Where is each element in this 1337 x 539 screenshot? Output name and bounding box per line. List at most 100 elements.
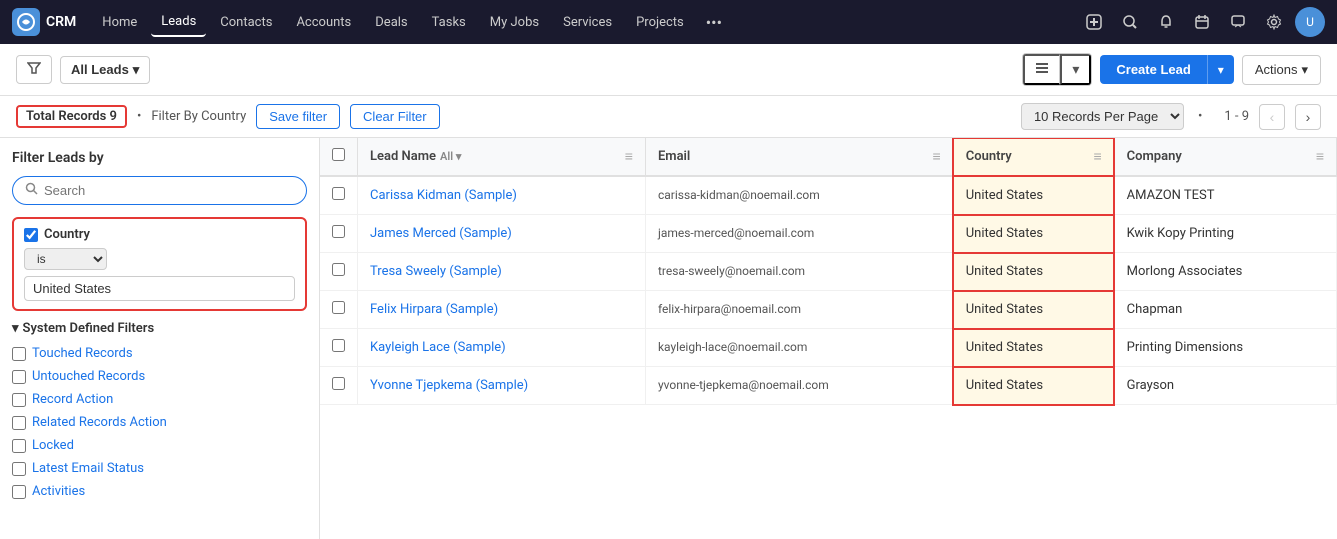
nav-deals[interactable]: Deals [365, 9, 417, 36]
notification-icon[interactable] [1151, 7, 1181, 37]
row-checkbox-cell [320, 253, 358, 291]
lead-name-col-label: Lead Name [370, 149, 436, 164]
row-checkbox-cell [320, 329, 358, 367]
nav-tasks[interactable]: Tasks [422, 9, 476, 36]
company-value: Grayson [1127, 378, 1174, 393]
row-checkbox[interactable] [332, 339, 345, 352]
per-page-select[interactable]: 10 Records Per Page 20 Records Per Page … [1021, 103, 1184, 130]
lead-name-filter-indicator: All ▾ [440, 150, 461, 163]
company-value: Kwik Kopy Printing [1127, 226, 1234, 241]
create-lead-button[interactable]: Create Lead [1100, 55, 1206, 84]
chat-icon[interactable] [1223, 7, 1253, 37]
filter-search-input[interactable] [44, 183, 294, 198]
row-lead-name-cell: Kayleigh Lace (Sample) [358, 329, 646, 367]
user-avatar[interactable]: U [1295, 7, 1325, 37]
create-lead-dropdown-button[interactable]: ▾ [1207, 55, 1234, 84]
lead-name-link[interactable]: Felix Hirpara (Sample) [370, 302, 498, 317]
nav-contacts[interactable]: Contacts [210, 9, 282, 36]
email-status-label[interactable]: Latest Email Status [32, 461, 144, 476]
email-col-label: Email [658, 149, 690, 164]
header-email: Email ≡ [645, 138, 953, 176]
system-filter-locked: Locked [12, 434, 307, 457]
untouched-records-checkbox[interactable] [12, 370, 26, 384]
country-filter-checkbox[interactable] [24, 228, 38, 242]
save-filter-button[interactable]: Save filter [256, 104, 340, 129]
activities-label[interactable]: Activities [32, 484, 85, 499]
lead-name-col-menu-icon[interactable]: ≡ [625, 148, 633, 165]
nav-projects[interactable]: Projects [626, 9, 694, 36]
actions-button[interactable]: Actions ▾ [1242, 55, 1321, 85]
row-checkbox[interactable] [332, 301, 345, 314]
nav-myjobs[interactable]: My Jobs [480, 9, 549, 36]
select-all-checkbox[interactable] [332, 148, 345, 161]
lead-name-link[interactable]: Tresa Sweely (Sample) [370, 264, 502, 279]
nav-services[interactable]: Services [553, 9, 622, 36]
related-records-checkbox[interactable] [12, 416, 26, 430]
system-filters-title: ▾ System Defined Filters [12, 321, 307, 336]
nav-icons-group: U [1079, 7, 1325, 37]
country-value: United States [966, 302, 1043, 317]
company-value: Printing Dimensions [1127, 340, 1243, 355]
email-status-checkbox[interactable] [12, 462, 26, 476]
all-leads-label: All Leads [71, 62, 129, 77]
lead-name-link[interactable]: James Merced (Sample) [370, 226, 512, 241]
logo[interactable]: CRM [12, 8, 76, 36]
email-value: tresa-sweely@noemail.com [658, 264, 805, 278]
record-action-label[interactable]: Record Action [32, 392, 113, 407]
company-col-menu-icon[interactable]: ≡ [1316, 148, 1324, 165]
touched-records-checkbox[interactable] [12, 347, 26, 361]
lead-name-link[interactable]: Carissa Kidman (Sample) [370, 188, 517, 203]
filter-bar: Total Records 9 • Filter By Country Save… [0, 96, 1337, 138]
header-country: Country ≡ [953, 138, 1114, 176]
locked-checkbox[interactable] [12, 439, 26, 453]
all-leads-button[interactable]: All Leads ▾ [60, 56, 150, 84]
row-checkbox[interactable] [332, 187, 345, 200]
settings-icon[interactable] [1259, 7, 1289, 37]
related-records-label[interactable]: Related Records Action [32, 415, 167, 430]
pagination-info: 1 - 9 [1224, 109, 1249, 124]
calendar-icon[interactable] [1187, 7, 1217, 37]
email-col-menu-icon[interactable]: ≡ [933, 148, 941, 165]
filter-icon [27, 61, 41, 78]
lead-name-link[interactable]: Yvonne Tjepkema (Sample) [370, 378, 528, 393]
table-body: Carissa Kidman (Sample) carissa-kidman@n… [320, 176, 1337, 405]
country-filter-label: Country [44, 227, 90, 242]
country-col-menu-icon[interactable]: ≡ [1093, 148, 1101, 165]
nav-home[interactable]: Home [92, 9, 147, 36]
untouched-records-label[interactable]: Untouched Records [32, 369, 145, 384]
search-icon[interactable] [1115, 7, 1145, 37]
row-checkbox[interactable] [332, 263, 345, 276]
locked-label[interactable]: Locked [32, 438, 74, 453]
clear-filter-button[interactable]: Clear Filter [350, 104, 440, 129]
add-icon[interactable] [1079, 7, 1109, 37]
row-checkbox-cell [320, 176, 358, 215]
country-operator-select[interactable]: is is not contains [24, 248, 107, 270]
email-value: felix-hirpara@noemail.com [658, 302, 801, 316]
row-company-cell: AMAZON TEST [1114, 176, 1336, 215]
lead-name-link[interactable]: Kayleigh Lace (Sample) [370, 340, 506, 355]
leads-table-area: Lead Name All ▾ ≡ Email ≡ Country [320, 138, 1337, 539]
header-checkbox-col [320, 138, 358, 176]
list-view-button[interactable] [1023, 54, 1060, 85]
row-lead-name-cell: James Merced (Sample) [358, 215, 646, 253]
company-value: Morlong Associates [1127, 264, 1243, 279]
nav-leads[interactable]: Leads [151, 8, 206, 37]
next-page-button[interactable]: › [1295, 104, 1321, 130]
logo-text: CRM [46, 14, 76, 30]
row-checkbox[interactable] [332, 377, 345, 390]
row-checkbox[interactable] [332, 225, 345, 238]
filter-button[interactable] [16, 55, 52, 84]
touched-records-label[interactable]: Touched Records [32, 346, 133, 361]
nav-accounts[interactable]: Accounts [286, 9, 361, 36]
country-value: United States [966, 264, 1043, 279]
grid-view-button[interactable]: ▾ [1060, 54, 1091, 85]
record-action-checkbox[interactable] [12, 393, 26, 407]
prev-page-button[interactable]: ‹ [1259, 104, 1285, 130]
activities-checkbox[interactable] [12, 485, 26, 499]
search-box-icon [25, 182, 38, 199]
country-value-input[interactable] [24, 276, 295, 301]
nav-more[interactable]: ••• [698, 7, 730, 38]
table-row: Tresa Sweely (Sample) tresa-sweely@noema… [320, 253, 1337, 291]
row-company-cell: Printing Dimensions [1114, 329, 1336, 367]
row-company-cell: Chapman [1114, 291, 1336, 329]
